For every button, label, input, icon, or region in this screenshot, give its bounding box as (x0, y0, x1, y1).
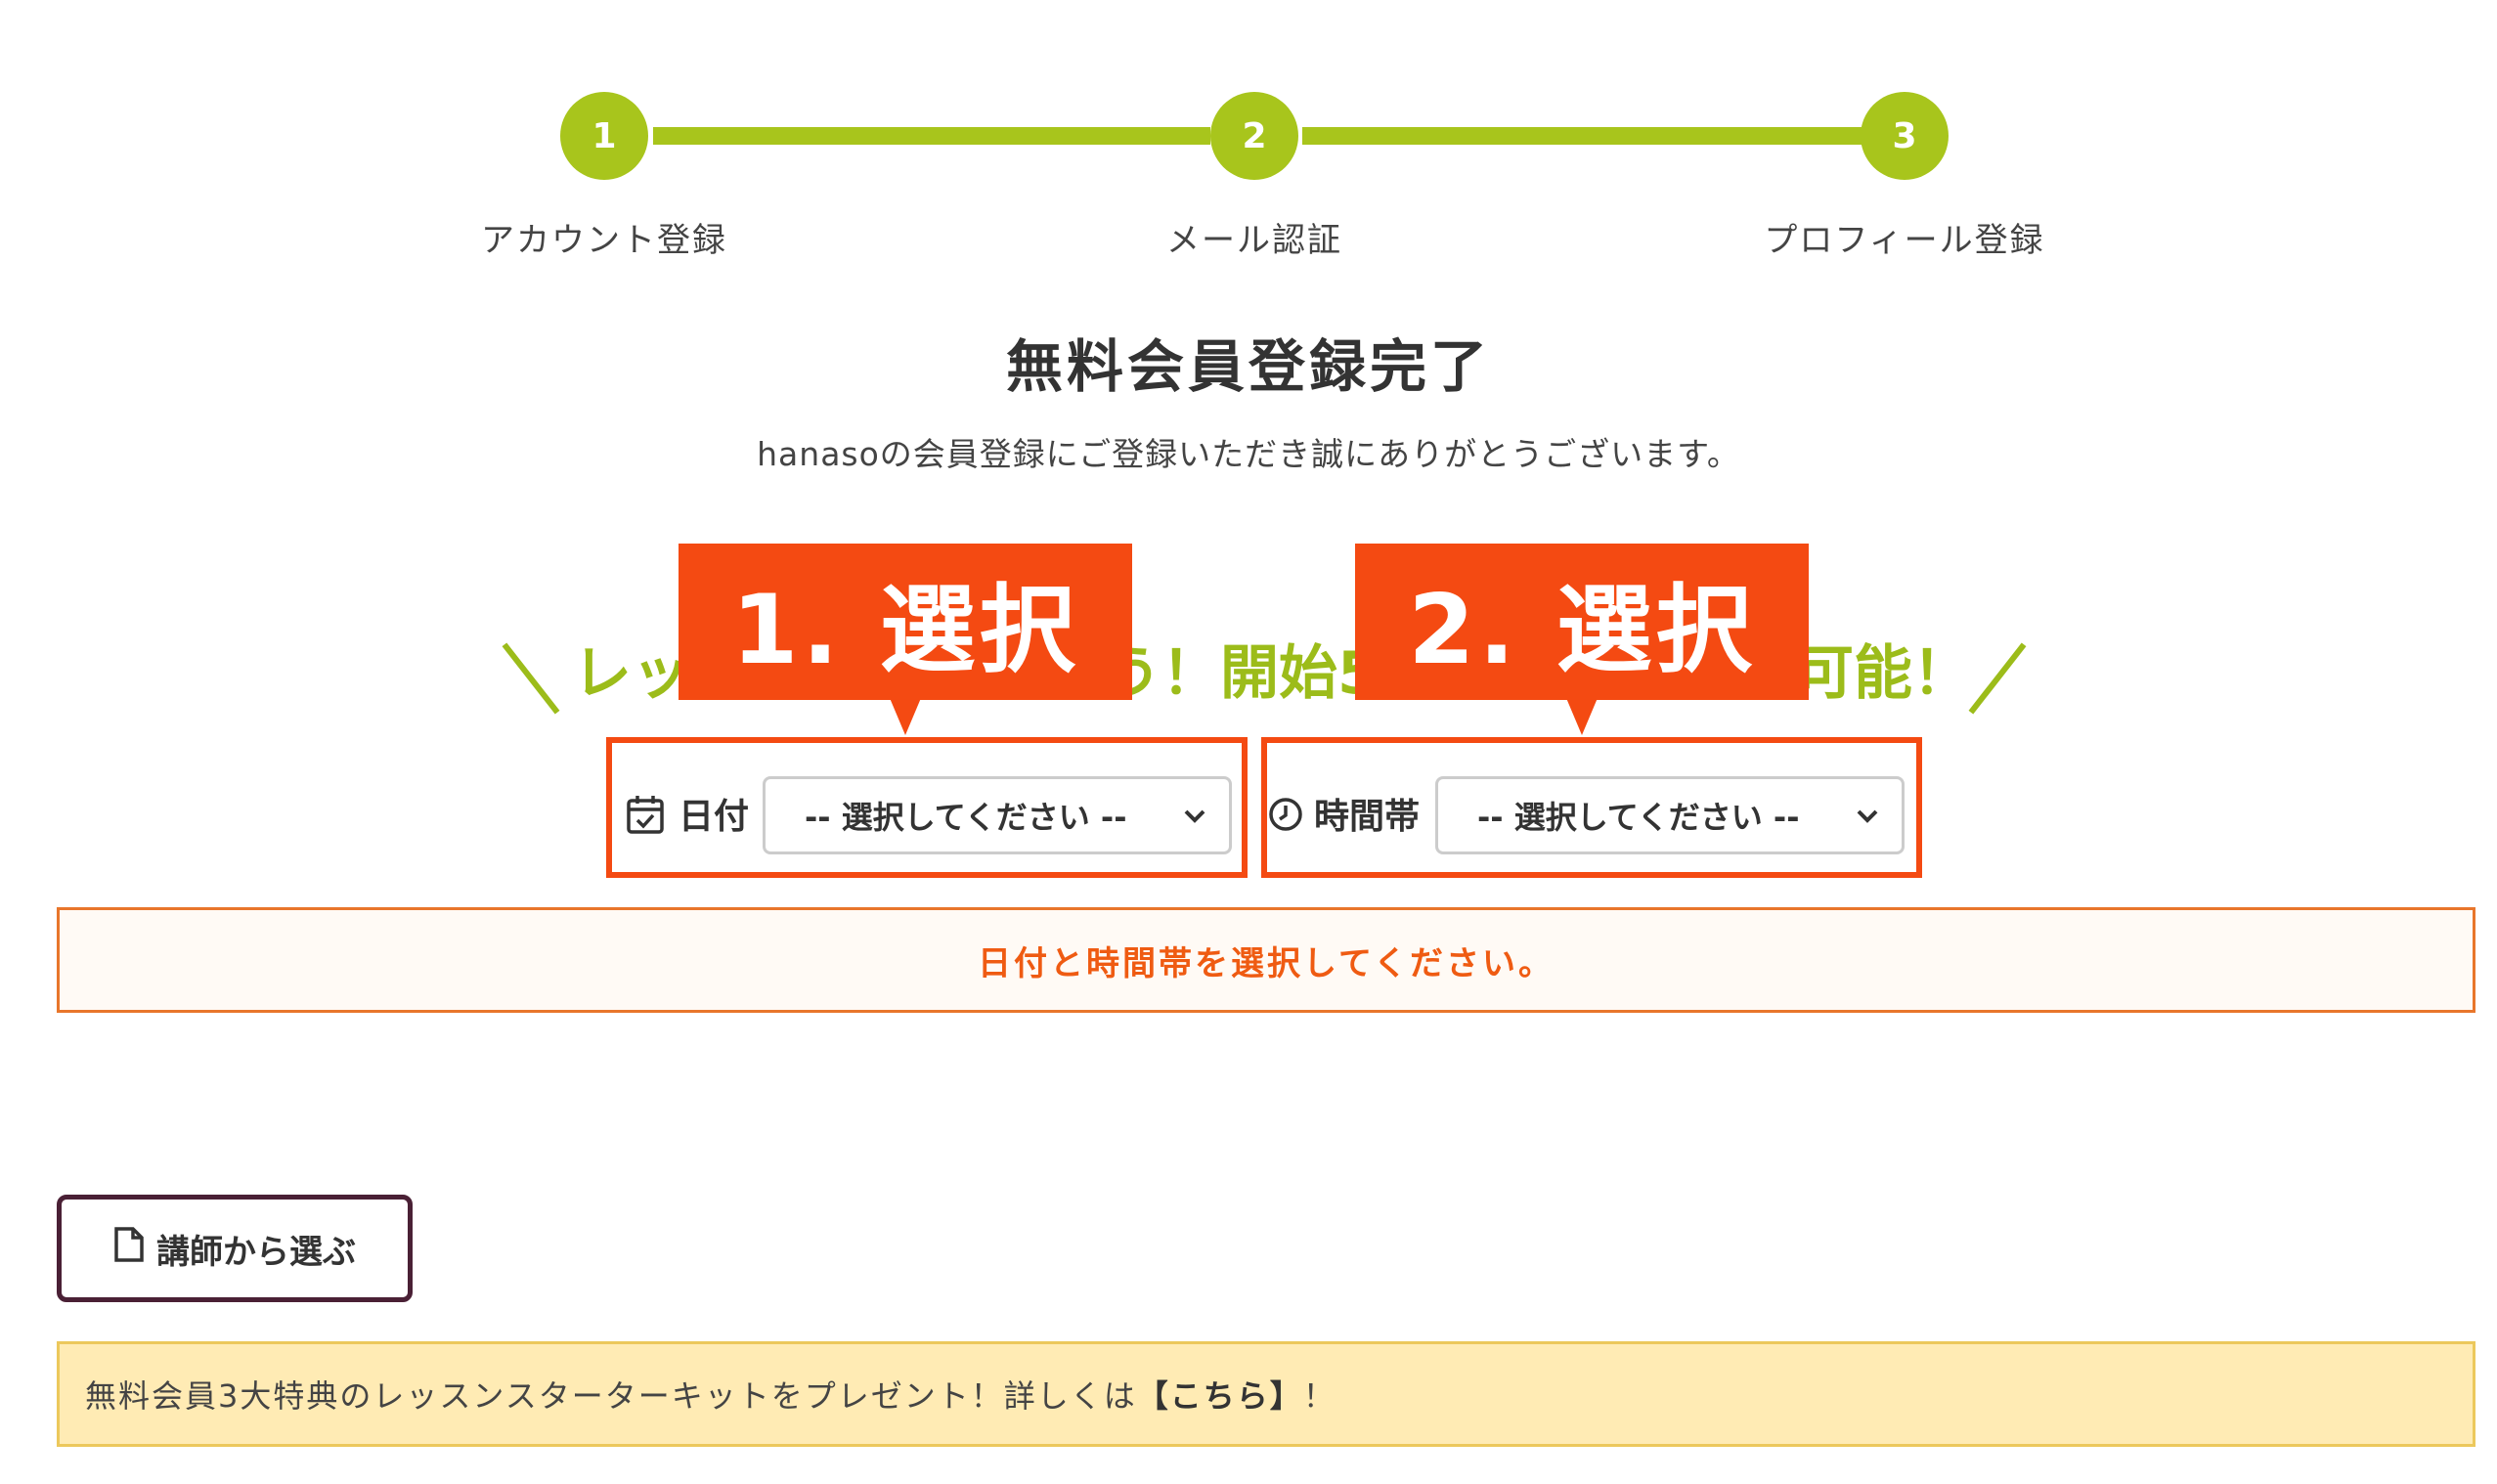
promo-text: 無料会員3大特典のレッスンスターターキットをプレゼント！詳しくは (85, 1377, 1137, 1415)
slogan-text-middle: う！開始5 (1103, 639, 1379, 708)
clock-icon (1267, 796, 1304, 833)
callout-step-1: 1. 選択 (679, 544, 1132, 700)
slogan-left-slash (502, 642, 560, 715)
page-title: 無料会員登録完了 (1005, 333, 1491, 400)
callout-step-2: 2. 選択 (1355, 544, 1809, 700)
slogan-text-right: 可能！ (1795, 639, 1971, 708)
promo-banner: 無料会員3大特典のレッスンスターターキットをプレゼント！詳しくは 【こちら】 ！ (57, 1341, 2475, 1447)
error-message-box: 日付と時間帯を選択してください。 (57, 907, 2475, 1013)
step-1-label: アカウント登録 (481, 221, 727, 260)
step-connector-2-3 (1302, 127, 1863, 145)
time-slot-select-value: -- 選択してください -- (1477, 799, 1800, 836)
document-icon (113, 1226, 145, 1272)
step-2-label: メール認証 (1166, 221, 1342, 260)
choose-teacher-label: 講師から選ぶ (156, 1232, 356, 1272)
step-3-label: プロフィール登録 (1764, 221, 2045, 260)
slogan-right-slash (1968, 642, 2027, 715)
callout-step-1-pointer (890, 698, 921, 735)
date-select-value: -- 選択してください -- (805, 799, 1127, 836)
chevron-down-icon (1853, 801, 1882, 830)
page-subtitle: hanasoの会員登録にご登録いただき誠にありがとうございます。 (757, 435, 1740, 473)
chevron-down-icon (1180, 801, 1209, 830)
date-label: 日付 (679, 797, 750, 837)
promo-details-link[interactable]: 【こちら】 (1137, 1372, 1303, 1417)
date-select[interactable]: -- 選択してください -- (763, 776, 1232, 854)
step-1-circle: 1 (560, 92, 648, 180)
step-3-circle: 3 (1861, 92, 1949, 180)
error-message-text: 日付と時間帯を選択してください。 (978, 943, 1555, 983)
time-slot-label: 時間帯 (1314, 797, 1421, 837)
callout-step-2-pointer (1566, 698, 1598, 735)
calendar-icon (626, 794, 665, 835)
choose-teacher-button[interactable]: 講師から選ぶ (57, 1195, 413, 1302)
promo-text-suffix: ！ (1302, 1377, 1336, 1415)
step-2-circle: 2 (1210, 92, 1298, 180)
slogan-text-left: レッ (573, 639, 690, 708)
time-slot-select[interactable]: -- 選択してください -- (1435, 776, 1905, 854)
step-connector-1-2 (653, 127, 1210, 145)
